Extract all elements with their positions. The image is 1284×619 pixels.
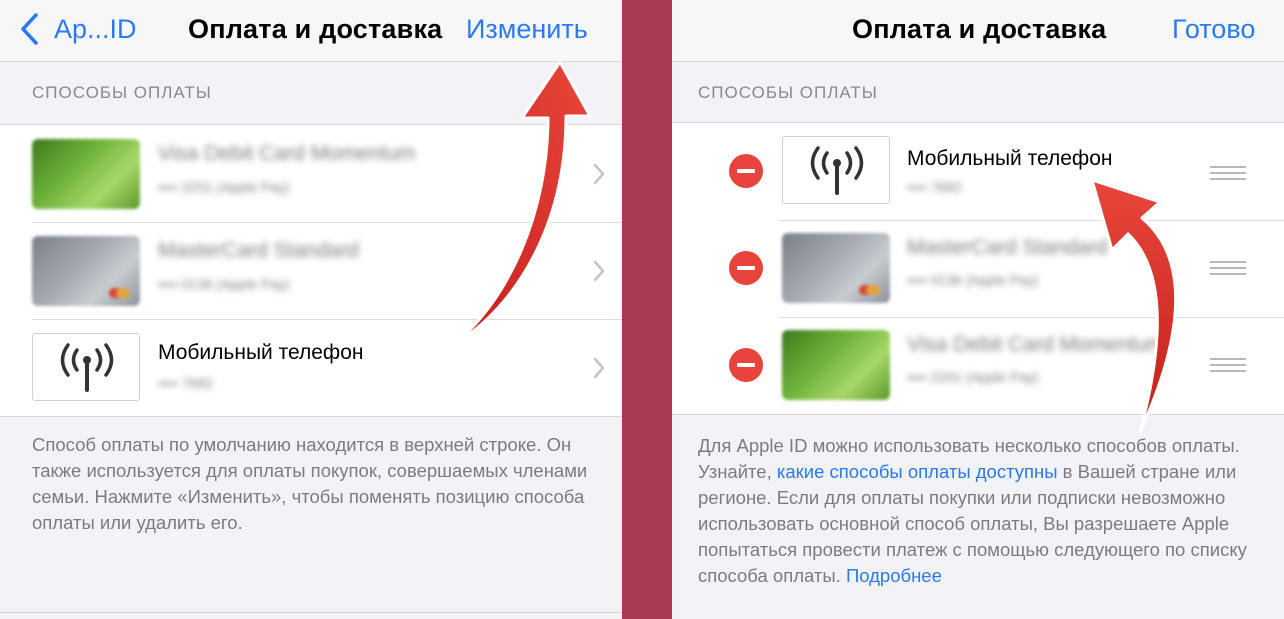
payment-row-mastercard[interactable]: MasterCard Standard •••• 0136 (Apple Pay…	[0, 222, 622, 319]
separator	[0, 612, 622, 613]
back-button[interactable]: Ap...ID	[54, 14, 137, 45]
section-header: СПОСОБЫ ОПЛАТЫ	[32, 83, 212, 102]
payment-title: Visa Debit Card Momentum	[158, 142, 416, 165]
antenna-icon	[810, 146, 864, 195]
reorder-handle-icon[interactable]	[1210, 358, 1246, 372]
chevron-right-icon	[593, 357, 605, 379]
navigation-bar: Оплата и доставка Готово	[672, 0, 1284, 62]
payment-row-visa[interactable]: Visa Debit Card Momentum •••• 2201 (Appl…	[0, 125, 622, 222]
reorder-handle-icon[interactable]	[1210, 166, 1246, 180]
right-screen: Оплата и доставка Готово СПОСОБЫ ОПЛАТЫ …	[672, 0, 1284, 619]
left-screen: Ap...ID Оплата и доставка Изменить СПОСО…	[0, 0, 622, 619]
payment-row-mastercard[interactable]: MasterCard Standard •••• 0136 (Apple Pay…	[672, 220, 1284, 317]
payment-row-mobile[interactable]: Мобильный телефон •••• 7682	[672, 123, 1284, 220]
payment-title: MasterCard Standard	[907, 236, 1108, 259]
delete-minus-icon[interactable]	[729, 251, 763, 285]
chevron-right-icon	[593, 260, 605, 282]
payment-row-mobile[interactable]: Мобильный телефон •••• 7682	[0, 319, 622, 416]
mastercard-thumbnail	[782, 233, 890, 303]
done-button[interactable]: Готово	[1172, 14, 1255, 45]
payment-row-visa[interactable]: Visa Debit Card Momentum •••• 2201 (Appl…	[672, 317, 1284, 414]
payment-title: Мобильный телефон	[907, 147, 1113, 170]
payment-methods-available-link[interactable]: какие способы оплаты доступны	[777, 461, 1058, 482]
payment-subtitle: •••• 0136 (Apple Pay)	[907, 272, 1039, 288]
learn-more-link[interactable]: Подробнее	[846, 565, 942, 586]
delete-minus-icon[interactable]	[729, 154, 763, 188]
screens-divider	[622, 0, 672, 619]
mobile-phone-thumbnail	[32, 333, 140, 401]
payment-subtitle: •••• 2201 (Apple Pay)	[158, 179, 290, 195]
chevron-right-icon	[593, 163, 605, 185]
payment-subtitle: •••• 7682	[907, 179, 962, 195]
footer-info-text: Для Apple ID можно использовать нескольк…	[698, 433, 1268, 589]
footer-info-text: Способ оплаты по умолчанию находится в в…	[32, 434, 588, 533]
visa-card-thumbnail	[32, 139, 140, 209]
mobile-phone-thumbnail	[782, 136, 890, 204]
payment-subtitle: •••• 7682	[158, 375, 213, 391]
reorder-handle-icon[interactable]	[1210, 261, 1246, 275]
payment-methods-list: Visa Debit Card Momentum •••• 2201 (Appl…	[0, 124, 622, 417]
page-title: Оплата и доставка	[852, 14, 1107, 44]
payment-title: MasterCard Standard	[158, 239, 359, 262]
delete-minus-icon[interactable]	[729, 348, 763, 382]
payment-subtitle: •••• 0136 (Apple Pay)	[158, 276, 290, 292]
payment-title: Мобильный телефон	[158, 341, 364, 364]
page-title: Оплата и доставка	[188, 14, 443, 44]
section-header: СПОСОБЫ ОПЛАТЫ	[698, 83, 878, 102]
mastercard-thumbnail	[32, 236, 140, 306]
payment-methods-list-editing: Мобильный телефон •••• 7682 MasterCard S…	[672, 122, 1284, 415]
payment-title: Visa Debit Card Momentum	[907, 333, 1165, 356]
antenna-icon	[60, 343, 114, 392]
navigation-bar: Ap...ID Оплата и доставка Изменить	[0, 0, 622, 62]
visa-card-thumbnail	[782, 330, 890, 400]
payment-subtitle: •••• 2201 (Apple Pay)	[907, 369, 1039, 385]
chevron-left-icon[interactable]	[18, 12, 42, 46]
edit-button[interactable]: Изменить	[466, 14, 588, 45]
